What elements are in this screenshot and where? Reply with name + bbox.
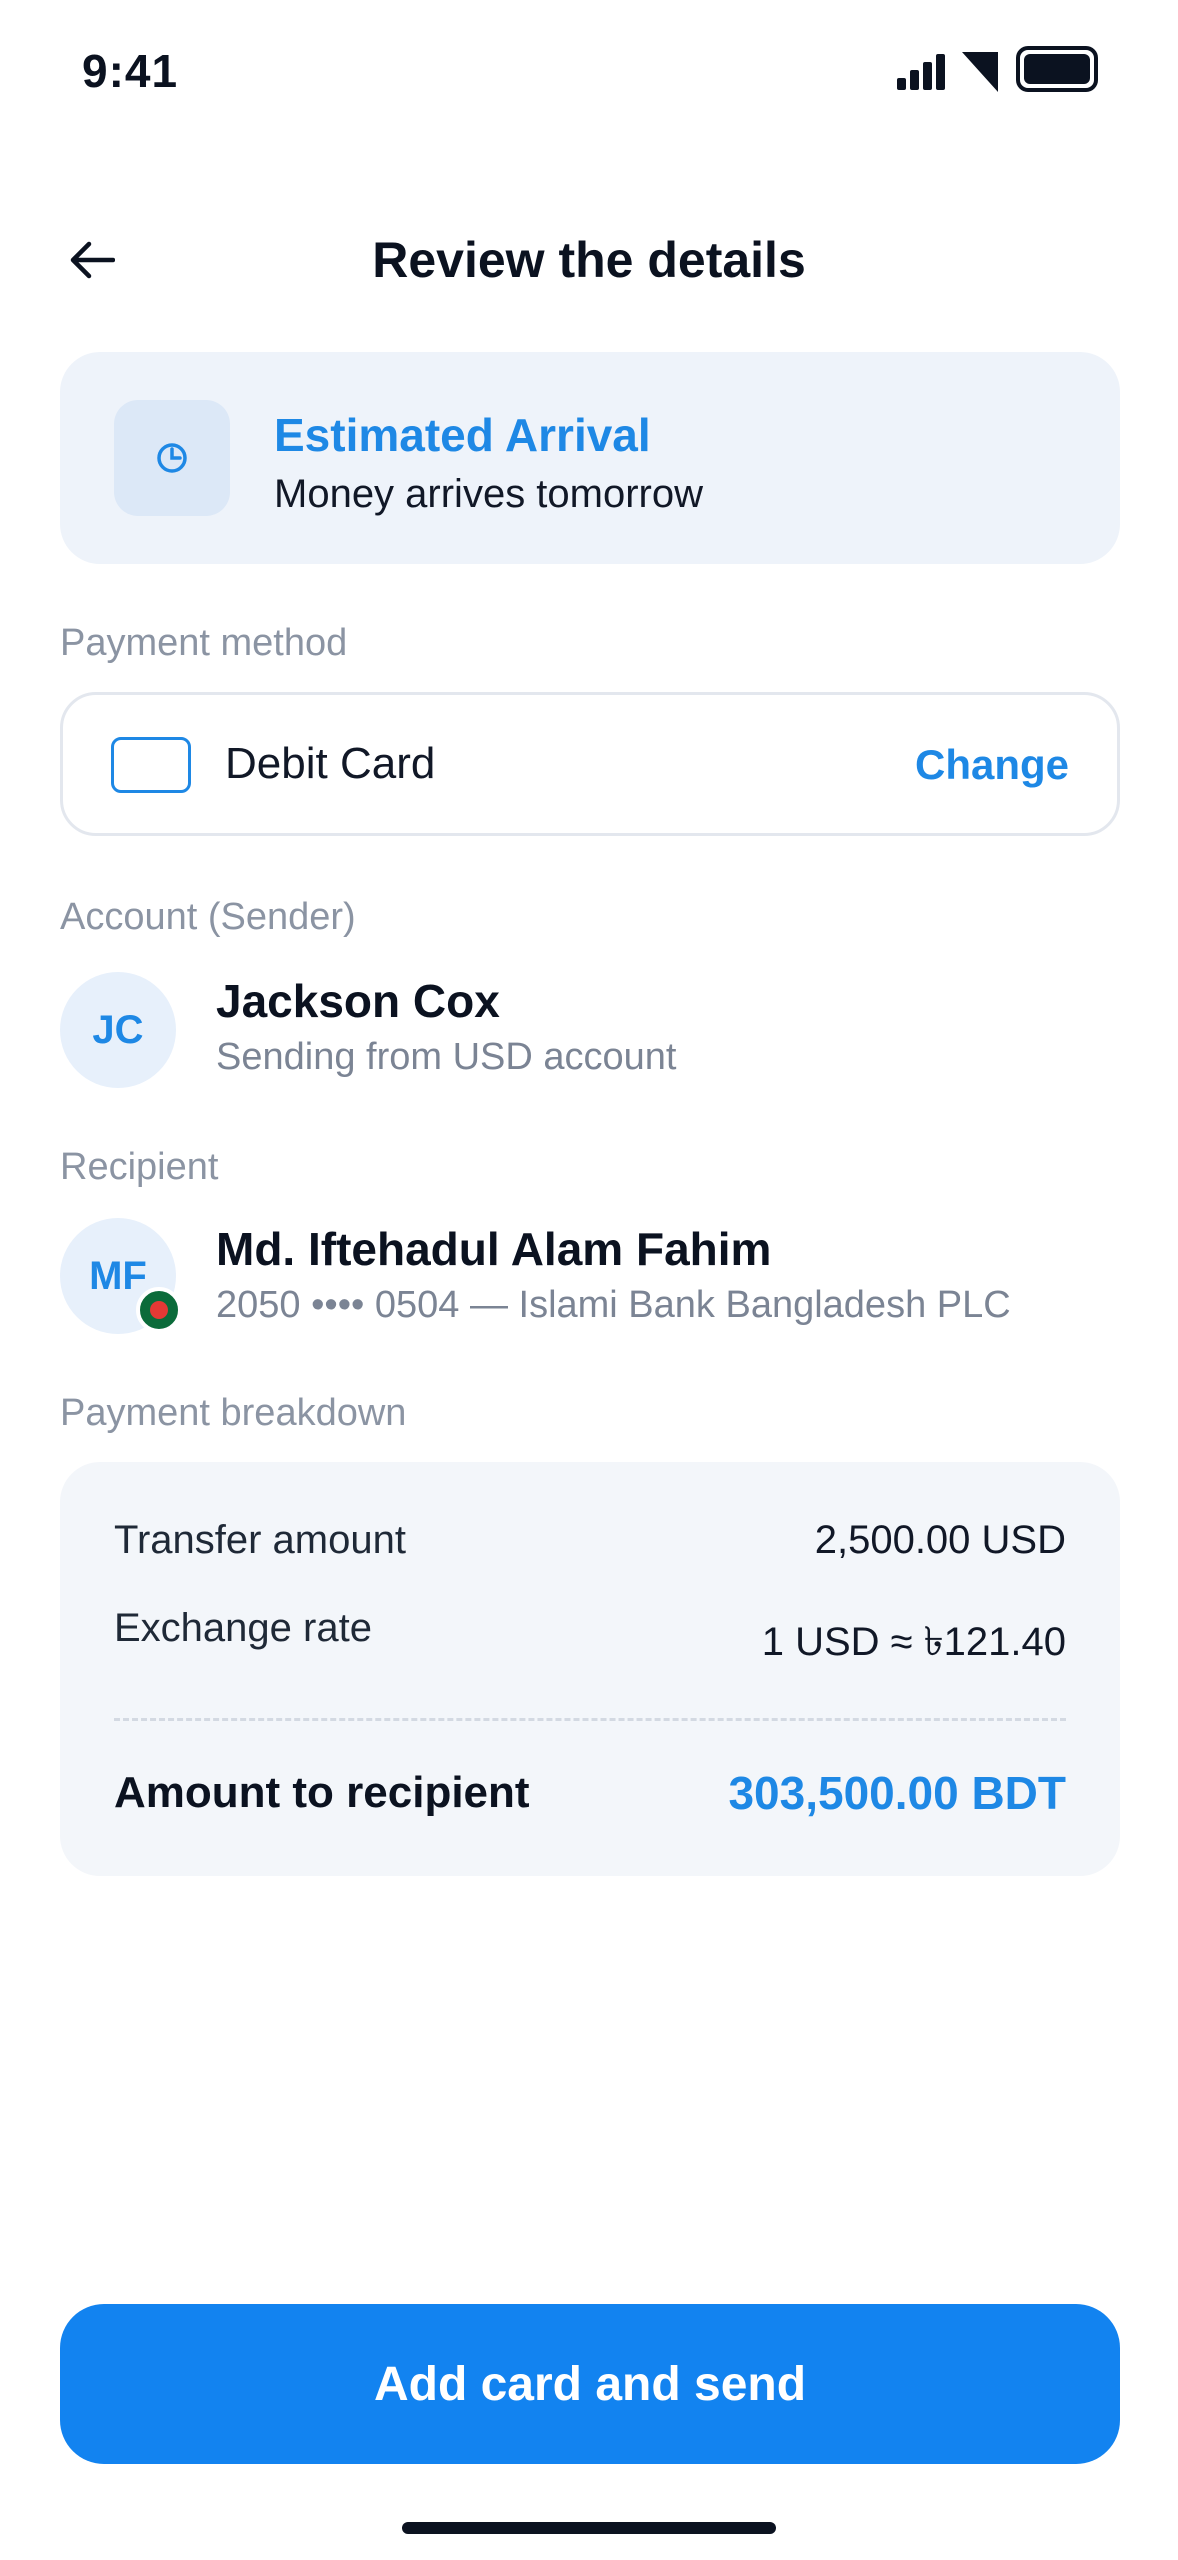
payment-method-selector[interactable]: Debit Card Change	[60, 692, 1120, 836]
sender-section-label: Account (Sender)	[60, 896, 356, 938]
sender-subtitle: Sending from USD account	[216, 1036, 677, 1078]
recipient-section-label: Recipient	[60, 1146, 219, 1188]
battery-icon	[1016, 46, 1098, 92]
breakdown-divider	[114, 1718, 1066, 1721]
arrival-icon-box	[114, 400, 230, 516]
amount-to-recipient-label: Amount to recipient	[114, 1768, 530, 1817]
arrival-card: Estimated Arrival Money arrives tomorrow	[60, 352, 1120, 564]
arrival-subtitle: Money arrives tomorrow	[274, 472, 704, 516]
payment-method-value: Debit Card	[225, 739, 436, 788]
amount-to-recipient-value: 303,500.00 BDT	[728, 1767, 1066, 1819]
status-time: 9:41	[82, 45, 179, 97]
status-bar: 9:41	[0, 0, 1178, 150]
change-payment-button[interactable]: Change	[915, 741, 1069, 789]
breakdown-section-label: Payment breakdown	[60, 1392, 407, 1434]
bangladesh-flag-icon	[136, 1287, 182, 1333]
network-icon	[962, 52, 998, 92]
transfer-amount-value: 2,500.00 USD	[814, 1518, 1066, 1562]
back-button[interactable]	[60, 228, 124, 292]
arrow-left-icon	[70, 241, 115, 279]
sender-avatar: JC	[60, 972, 176, 1088]
clock-icon	[157, 443, 187, 473]
cellular-signal-icon	[897, 54, 945, 90]
payment-method-label: Payment method	[60, 622, 348, 664]
arrival-title: Estimated Arrival	[274, 409, 651, 461]
recipient-name: Md. Iftehadul Alam Fahim	[216, 1223, 772, 1275]
recipient-account: 2050 •••• 0504 — Islami Bank Bangladesh …	[216, 1284, 1011, 1326]
transfer-amount-label: Transfer amount	[114, 1518, 406, 1562]
page-title: Review the details	[372, 232, 806, 288]
add-card-and-send-button[interactable]: Add card and send	[60, 2304, 1120, 2464]
payment-breakdown: Transfer amount 2,500.00 USD Exchange ra…	[60, 1462, 1120, 1876]
sender-name: Jackson Cox	[216, 975, 500, 1027]
card-icon	[111, 737, 191, 793]
exchange-rate-value: 1 USD ≈ ৳121.40	[761, 1620, 1066, 1664]
home-indicator	[402, 2522, 776, 2534]
exchange-rate-label: Exchange rate	[114, 1606, 372, 1650]
